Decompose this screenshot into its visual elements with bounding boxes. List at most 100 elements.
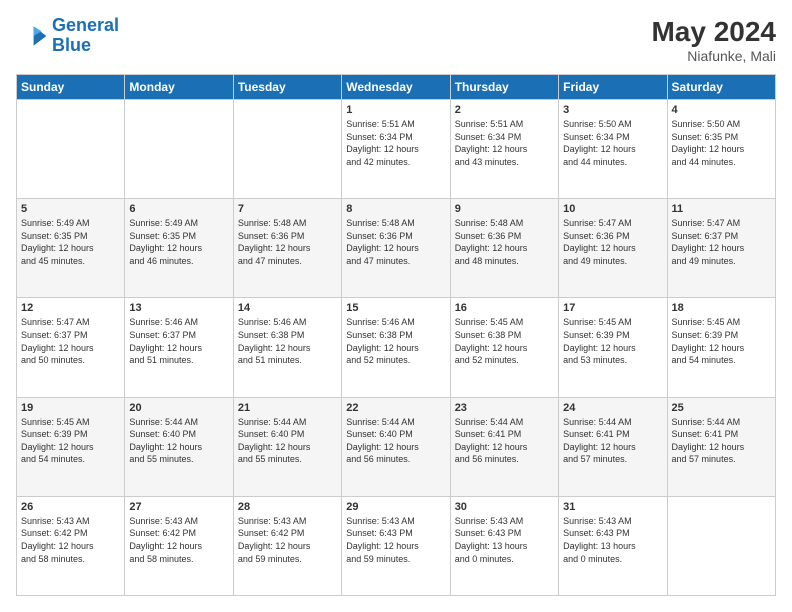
day-cell: 31 Sunrise: 5:43 AMSunset: 6:43 PMDayligh…: [559, 496, 667, 595]
logo: General Blue: [16, 16, 119, 56]
title-block: May 2024 Niafunke, Mali: [651, 16, 776, 64]
day-cell: 13Sunrise: 5:46 AMSunset: 6:37 PMDayligh…: [125, 298, 233, 397]
day-info: Sunrise: 5:49 AMSunset: 6:35 PMDaylight:…: [21, 217, 120, 267]
day-number: 12: [21, 302, 120, 314]
month-year: May 2024: [651, 16, 776, 48]
day-cell: 8Sunrise: 5:48 AMSunset: 6:36 PMDaylight…: [342, 199, 450, 298]
day-cell: 12 Sunrise: 5:47 AMSunset: 6:37 PMDayligh…: [17, 298, 125, 397]
day-number: 30: [455, 501, 554, 513]
day-number: 8: [346, 203, 445, 215]
logo-icon: [16, 20, 48, 52]
week-row-3: 19 Sunrise: 5:45 AMSunset: 6:39 PMDayligh…: [17, 397, 776, 496]
day-info: Sunrise: 5:50 AMSunset: 6:35 PMDaylight:…: [672, 118, 771, 168]
day-number: 5: [21, 203, 120, 215]
day-cell: 26Sunrise: 5:43 AMSunset: 6:42 PMDayligh…: [17, 496, 125, 595]
day-info: Sunrise: 5:46 AMSunset: 6:38 PMDaylight:…: [346, 316, 445, 366]
day-cell: 18 Sunrise: 5:45 AMSunset: 6:39 PMDayligh…: [667, 298, 775, 397]
day-info: Sunrise: 5:45 AMSunset: 6:39 PMDaylight:…: [672, 316, 771, 366]
day-cell: 1 Sunrise: 5:51 AMSunset: 6:34 PMDaylight…: [342, 100, 450, 199]
day-cell: [17, 100, 125, 199]
col-header-saturday: Saturday: [667, 75, 775, 100]
day-cell: 11 Sunrise: 5:47 AMSunset: 6:37 PMDayligh…: [667, 199, 775, 298]
day-number: 1: [346, 104, 445, 116]
day-cell: [125, 100, 233, 199]
day-number: 2: [455, 104, 554, 116]
col-header-tuesday: Tuesday: [233, 75, 341, 100]
day-cell: 20 Sunrise: 5:44 AMSunset: 6:40 PMDayligh…: [125, 397, 233, 496]
calendar-header-row: SundayMondayTuesdayWednesdayThursdayFrid…: [17, 75, 776, 100]
day-info: Sunrise: 5:49 AMSunset: 6:35 PMDaylight:…: [129, 217, 228, 267]
day-number: 15: [346, 302, 445, 314]
logo-text: General Blue: [52, 16, 119, 56]
week-row-2: 12 Sunrise: 5:47 AMSunset: 6:37 PMDayligh…: [17, 298, 776, 397]
day-cell: 2Sunrise: 5:51 AMSunset: 6:34 PMDaylight…: [450, 100, 558, 199]
day-info: Sunrise: 5:43 AMSunset: 6:43 PMDaylight:…: [455, 515, 554, 565]
day-number: 7: [238, 203, 337, 215]
day-info: Sunrise: 5:47 AMSunset: 6:37 PMDaylight:…: [21, 316, 120, 366]
day-number: 20: [129, 402, 228, 414]
day-cell: 28Sunrise: 5:43 AMSunset: 6:42 PMDayligh…: [233, 496, 341, 595]
day-info: Sunrise: 5:43 AMSunset: 6:43 PMDaylight:…: [346, 515, 445, 565]
day-cell: 14 Sunrise: 5:46 AMSunset: 6:38 PMDayligh…: [233, 298, 341, 397]
day-info: Sunrise: 5:44 AMSunset: 6:40 PMDaylight:…: [346, 416, 445, 466]
day-info: Sunrise: 5:45 AMSunset: 6:38 PMDaylight:…: [455, 316, 554, 366]
logo-blue: Blue: [52, 35, 91, 55]
day-cell: 3 Sunrise: 5:50 AMSunset: 6:34 PMDaylight…: [559, 100, 667, 199]
day-cell: [667, 496, 775, 595]
day-number: 28: [238, 501, 337, 513]
day-info: Sunrise: 5:46 AMSunset: 6:38 PMDaylight:…: [238, 316, 337, 366]
day-info: Sunrise: 5:44 AMSunset: 6:41 PMDaylight:…: [563, 416, 662, 466]
day-cell: 29Sunrise: 5:43 AMSunset: 6:43 PMDayligh…: [342, 496, 450, 595]
day-number: 6: [129, 203, 228, 215]
week-row-1: 5 Sunrise: 5:49 AMSunset: 6:35 PMDaylight…: [17, 199, 776, 298]
day-number: 25: [672, 402, 771, 414]
day-info: Sunrise: 5:46 AMSunset: 6:37 PMDaylight:…: [129, 316, 228, 366]
day-number: 31: [563, 501, 662, 513]
col-header-friday: Friday: [559, 75, 667, 100]
day-cell: 10Sunrise: 5:47 AMSunset: 6:36 PMDayligh…: [559, 199, 667, 298]
day-info: Sunrise: 5:47 AMSunset: 6:37 PMDaylight:…: [672, 217, 771, 267]
day-info: Sunrise: 5:50 AMSunset: 6:34 PMDaylight:…: [563, 118, 662, 168]
day-cell: 24Sunrise: 5:44 AMSunset: 6:41 PMDayligh…: [559, 397, 667, 496]
day-info: Sunrise: 5:45 AMSunset: 6:39 PMDaylight:…: [563, 316, 662, 366]
day-info: Sunrise: 5:45 AMSunset: 6:39 PMDaylight:…: [21, 416, 120, 466]
day-cell: 16Sunrise: 5:45 AMSunset: 6:38 PMDayligh…: [450, 298, 558, 397]
calendar: SundayMondayTuesdayWednesdayThursdayFrid…: [16, 74, 776, 596]
day-cell: 9Sunrise: 5:48 AMSunset: 6:36 PMDaylight…: [450, 199, 558, 298]
day-cell: 7 Sunrise: 5:48 AMSunset: 6:36 PMDaylight…: [233, 199, 341, 298]
day-info: Sunrise: 5:48 AMSunset: 6:36 PMDaylight:…: [238, 217, 337, 267]
day-cell: 15 Sunrise: 5:46 AMSunset: 6:38 PMDayligh…: [342, 298, 450, 397]
day-cell: 4 Sunrise: 5:50 AMSunset: 6:35 PMDaylight…: [667, 100, 775, 199]
day-number: 11: [672, 203, 771, 215]
week-row-4: 26Sunrise: 5:43 AMSunset: 6:42 PMDayligh…: [17, 496, 776, 595]
day-number: 4: [672, 104, 771, 116]
day-number: 17: [563, 302, 662, 314]
day-cell: 22 Sunrise: 5:44 AMSunset: 6:40 PMDayligh…: [342, 397, 450, 496]
day-cell: 25 Sunrise: 5:44 AMSunset: 6:41 PMDayligh…: [667, 397, 775, 496]
day-info: Sunrise: 5:44 AMSunset: 6:40 PMDaylight:…: [238, 416, 337, 466]
day-number: 18: [672, 302, 771, 314]
day-cell: 17 Sunrise: 5:45 AMSunset: 6:39 PMDayligh…: [559, 298, 667, 397]
day-info: Sunrise: 5:44 AMSunset: 6:41 PMDaylight:…: [672, 416, 771, 466]
col-header-monday: Monday: [125, 75, 233, 100]
day-info: Sunrise: 5:48 AMSunset: 6:36 PMDaylight:…: [455, 217, 554, 267]
col-header-thursday: Thursday: [450, 75, 558, 100]
day-number: 10: [563, 203, 662, 215]
day-cell: 30 Sunrise: 5:43 AMSunset: 6:43 PMDayligh…: [450, 496, 558, 595]
day-info: Sunrise: 5:51 AMSunset: 6:34 PMDaylight:…: [346, 118, 445, 168]
day-number: 3: [563, 104, 662, 116]
header: General Blue May 2024 Niafunke, Mali: [16, 16, 776, 64]
day-info: Sunrise: 5:43 AMSunset: 6:43 PMDaylight:…: [563, 515, 662, 565]
day-cell: 19 Sunrise: 5:45 AMSunset: 6:39 PMDayligh…: [17, 397, 125, 496]
logo-general: General: [52, 15, 119, 35]
day-number: 14: [238, 302, 337, 314]
location: Niafunke, Mali: [651, 48, 776, 64]
day-number: 23: [455, 402, 554, 414]
day-cell: 23 Sunrise: 5:44 AMSunset: 6:41 PMDayligh…: [450, 397, 558, 496]
day-number: 22: [346, 402, 445, 414]
day-info: Sunrise: 5:44 AMSunset: 6:41 PMDaylight:…: [455, 416, 554, 466]
day-info: Sunrise: 5:44 AMSunset: 6:40 PMDaylight:…: [129, 416, 228, 466]
day-info: Sunrise: 5:43 AMSunset: 6:42 PMDaylight:…: [129, 515, 228, 565]
day-cell: 6 Sunrise: 5:49 AMSunset: 6:35 PMDaylight…: [125, 199, 233, 298]
day-number: 19: [21, 402, 120, 414]
